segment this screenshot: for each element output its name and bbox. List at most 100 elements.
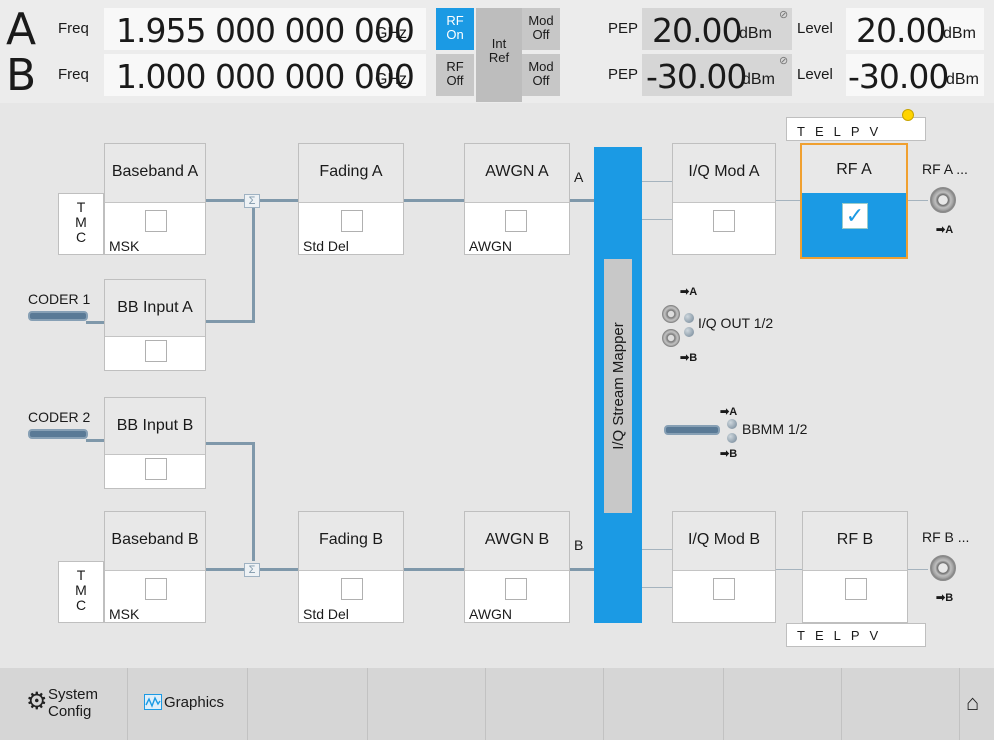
awgn-a-checkbox[interactable] — [505, 210, 527, 232]
level-b-unit: dBm — [946, 71, 979, 88]
rf-b-telpv[interactable]: TELPV — [786, 623, 926, 647]
baseband-b-mode: MSK — [109, 606, 140, 622]
bbmm-dot-icon — [727, 433, 737, 443]
system-config-button[interactable]: ⚙ System Config — [0, 668, 128, 740]
pep-b-indicator-icon: ⊘ — [779, 55, 789, 67]
awgn-b-block[interactable]: AWGN B AWGN — [464, 511, 570, 623]
tmc-t: T — [76, 199, 86, 215]
coder1-connector-icon[interactable] — [28, 311, 88, 321]
iq-stream-mapper[interactable]: I/Q Stream Mapper — [594, 147, 642, 623]
wire — [642, 587, 672, 588]
iq-mod-a-block[interactable]: I/Q Mod A — [672, 143, 776, 255]
taskbar-slot-empty — [368, 668, 486, 740]
awgn-a-block[interactable]: AWGN A AWGN — [464, 143, 570, 255]
bb-input-a-block[interactable]: BB Input A — [104, 279, 206, 371]
iq-mod-b-block[interactable]: I/Q Mod B — [672, 511, 776, 623]
bb-input-a-title: BB Input A — [105, 280, 205, 337]
rf-b-output-marker: ➡B — [936, 592, 954, 604]
sum-a-icon: Σ — [244, 194, 260, 208]
iq-out-2-connector-icon[interactable] — [662, 329, 680, 347]
freq-a-label: Freq — [58, 20, 89, 37]
rf-a-toggle[interactable]: RF On — [436, 8, 474, 50]
fading-a-block[interactable]: Fading A Std Del — [298, 143, 404, 255]
fading-b-checkbox[interactable] — [341, 578, 363, 600]
baseband-a-mode: MSK — [109, 238, 140, 254]
pep-b-value: -30.00 — [646, 57, 747, 96]
awgn-a-title: AWGN A — [465, 144, 569, 203]
rf-a-title: RF A — [802, 145, 906, 193]
wire — [206, 320, 255, 323]
iq-mod-b-checkbox[interactable] — [713, 578, 735, 600]
rf-b-checkbox[interactable] — [845, 578, 867, 600]
iq-out-dot-icon — [684, 327, 694, 337]
level-b-field[interactable]: -30.00 dBm — [846, 54, 984, 96]
bbmm-connector-icon[interactable] — [664, 425, 720, 435]
bb-input-a-checkbox[interactable] — [145, 340, 167, 362]
bb-input-b-checkbox[interactable] — [145, 458, 167, 480]
graphics-button[interactable]: Graphics — [128, 668, 248, 740]
fading-a-mode: Std Del — [303, 238, 349, 254]
rf-a-connector-icon[interactable] — [930, 187, 956, 213]
path-a-letter: A — [6, 4, 37, 55]
bbmm-b-marker: ➡B — [720, 448, 738, 460]
bb-input-b-title: BB Input B — [105, 398, 205, 455]
level-a-field[interactable]: 20.00 dBm — [846, 8, 984, 50]
baseband-b-title: Baseband B — [105, 512, 205, 571]
rf-b-block[interactable]: RF B — [802, 511, 908, 623]
taskbar: ⚙ System Config Graphics ⌂ — [0, 668, 994, 740]
wire — [776, 200, 802, 201]
level-b-value: -30.00 — [848, 57, 949, 96]
freq-a-field[interactable]: 1.955 000 000 000 GHz — [104, 8, 426, 50]
rf-a-line2: On — [446, 27, 464, 42]
awgn-a-mode: AWGN — [469, 238, 513, 254]
rf-a-checkbox[interactable]: ✓ — [842, 203, 868, 229]
tmc-b-box[interactable]: T M C — [58, 561, 104, 623]
bbmm-dot-icon — [727, 419, 737, 429]
home-button[interactable]: ⌂ — [960, 668, 994, 740]
ref-oscillator-button[interactable]: Int Ref — [476, 8, 522, 102]
wire — [642, 181, 672, 182]
coder2-connector-icon[interactable] — [28, 429, 88, 439]
wire — [404, 568, 464, 571]
mod-b-toggle[interactable]: Mod Off — [522, 54, 560, 96]
mod-a-toggle[interactable]: Mod Off — [522, 8, 560, 50]
freq-a-value: 1.955 000 000 000 — [116, 11, 415, 50]
rf-a-output-marker: ➡A — [936, 224, 954, 236]
iq-mod-a-checkbox[interactable] — [713, 210, 735, 232]
pep-a-indicator-icon: ⊘ — [779, 9, 789, 21]
taskbar-slot-empty — [842, 668, 960, 740]
freq-a-unit: GHz — [375, 25, 407, 42]
wire — [206, 199, 244, 202]
rf-b-toggle[interactable]: RF Off — [436, 54, 474, 96]
freq-b-field[interactable]: 1.000 000 000 000 GHz — [104, 54, 426, 96]
freq-b-value: 1.000 000 000 000 — [116, 57, 415, 96]
iq-out-1-connector-icon[interactable] — [662, 305, 680, 323]
fading-b-block[interactable]: Fading B Std Del — [298, 511, 404, 623]
graphics-icon — [144, 694, 162, 710]
taskbar-slot-empty — [248, 668, 368, 740]
wire — [86, 439, 106, 442]
rf-b-title: RF B — [803, 512, 907, 571]
baseband-a-block[interactable]: Baseband A MSK — [104, 143, 206, 255]
mod-a-line2: Off — [532, 27, 550, 42]
rf-a-block[interactable]: RF A ✓ — [800, 143, 908, 259]
bbmm-a-marker: ➡A — [720, 406, 738, 418]
sum-b-icon: Σ — [244, 563, 260, 577]
baseband-a-checkbox[interactable] — [145, 210, 167, 232]
fading-a-checkbox[interactable] — [341, 210, 363, 232]
freq-b-label: Freq — [58, 66, 89, 83]
system-config-line1: System — [48, 686, 99, 703]
level-a-value: 20.00 — [856, 11, 946, 50]
tmc-a-box[interactable]: T M C — [58, 193, 104, 255]
rf-b-connector-icon[interactable] — [930, 555, 956, 581]
baseband-b-checkbox[interactable] — [145, 578, 167, 600]
pep-b-label: PEP — [608, 66, 639, 83]
baseband-b-block[interactable]: Baseband B MSK — [104, 511, 206, 623]
level-a-label: Level — [797, 20, 833, 37]
awgn-b-checkbox[interactable] — [505, 578, 527, 600]
fading-b-title: Fading B — [299, 512, 403, 571]
pep-b-display: -30.00 dBm ⊘ — [642, 54, 792, 96]
fading-b-mode: Std Del — [303, 606, 349, 622]
rf-a-status-led-icon — [902, 109, 914, 121]
bb-input-b-block[interactable]: BB Input B — [104, 397, 206, 489]
